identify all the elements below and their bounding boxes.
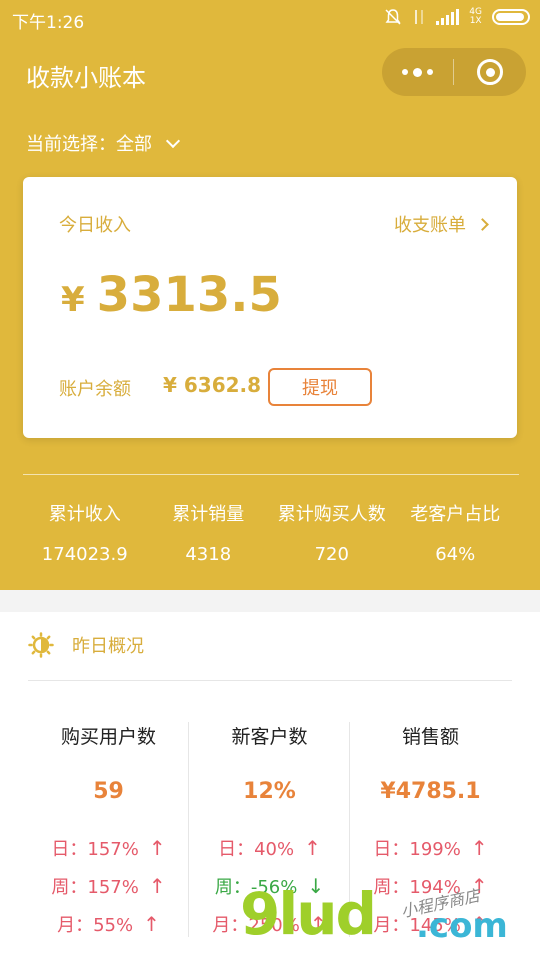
more-dots-icon[interactable] <box>382 48 453 96</box>
stat-item: 老客户占比 64% <box>394 500 518 565</box>
close-target-icon[interactable] <box>454 48 526 96</box>
miniapp-capsule <box>382 48 526 96</box>
balance-value: ¥ 6362.8 <box>163 373 262 397</box>
section-gap <box>0 590 540 612</box>
metric-column-buyers: 购买用户数 59 日：157% ↑ 周：157% ↑ 月：55% ↑ <box>28 722 189 944</box>
status-bar: 下午1:26 4G 1X <box>0 0 540 36</box>
arrow-up-icon: ↑ <box>143 912 160 936</box>
today-income-label: 今日收入 <box>59 215 131 236</box>
page-title: 收款小账本 <box>26 64 146 92</box>
watermark-logo: 9lud 小程序商店 .com <box>240 880 530 960</box>
arrow-up-icon: ↑ <box>470 836 488 860</box>
status-icons: 4G 1X <box>384 8 530 26</box>
metric-value: ¥4785.1 <box>380 779 481 804</box>
signal-icon <box>436 9 460 25</box>
balance-label: 账户余额 <box>59 379 131 400</box>
metric-value: 59 <box>93 779 124 804</box>
watermark-suffix: .com <box>416 906 508 946</box>
stat-label: 老客户占比 <box>410 504 501 525</box>
metric-value: 12% <box>243 779 296 804</box>
stat-item: 累计购买人数 720 <box>270 500 394 565</box>
stat-value: 64% <box>435 544 476 565</box>
today-income-amount: ¥ 3313.5 <box>61 267 282 323</box>
network-type: 4G 1X <box>469 7 482 26</box>
bell-muted-icon <box>385 9 401 25</box>
data-transfer-icon <box>415 10 424 24</box>
metric-change-row: 月：55% ↑ <box>28 906 189 944</box>
currency-symbol: ¥ <box>61 280 85 320</box>
section-title: 昨日概况 <box>72 636 144 657</box>
bill-link[interactable]: 收支账单 <box>394 211 489 237</box>
stat-value: 720 <box>314 544 349 565</box>
battery-icon <box>492 9 530 25</box>
header-panel: 下午1:26 4G 1X 收款小账本 当前选择：全部 今日收入 收支账单 ¥ 3… <box>0 0 540 590</box>
section-divider <box>28 680 512 681</box>
metric-change-row: 日：199% ↑ <box>350 830 511 868</box>
stats-divider <box>23 474 519 475</box>
watermark-main: 9lud <box>240 880 377 948</box>
status-time: 下午1:26 <box>12 13 85 33</box>
arrow-up-icon: ↑ <box>148 836 166 860</box>
stat-item: 累计收入 174023.9 <box>23 500 147 565</box>
yesterday-header: 昨日概况 <box>28 632 144 658</box>
metric-header: 新客户数 <box>231 726 308 748</box>
chevron-right-icon <box>476 217 489 231</box>
cumulative-stats: 累计收入 174023.9 累计销量 4318 累计购买人数 720 老客户占比… <box>23 500 517 565</box>
income-card: 今日收入 收支账单 ¥ 3313.5 账户余额 ¥ 6362.8 提现 <box>23 177 517 438</box>
stat-label: 累计销量 <box>172 504 245 525</box>
metric-change-row: 日：157% ↑ <box>28 830 189 868</box>
chevron-down-icon <box>165 133 181 148</box>
scope-selector-label: 当前选择：全部 <box>26 134 152 155</box>
metric-change-row: 周：157% ↑ <box>28 868 189 906</box>
metric-change-row: 日：40% ↑ <box>189 830 350 868</box>
stat-label: 累计购买人数 <box>277 504 386 525</box>
metric-header: 销售额 <box>401 726 459 748</box>
metric-header: 购买用户数 <box>60 726 156 748</box>
screen: 下午1:26 4G 1X 收款小账本 当前选择：全部 今日收入 收支账单 ¥ 3… <box>0 0 540 960</box>
arrow-up-icon: ↑ <box>304 836 321 860</box>
scope-selector[interactable]: 当前选择：全部 <box>26 130 181 156</box>
stat-value: 174023.9 <box>41 544 128 565</box>
sun-icon <box>28 632 54 658</box>
bill-link-label: 收支账单 <box>394 215 466 236</box>
stat-value: 4318 <box>185 544 232 565</box>
stat-item: 累计销量 4318 <box>147 500 271 565</box>
stat-label: 累计收入 <box>48 504 121 525</box>
today-income-value: 3313.5 <box>96 267 282 323</box>
arrow-up-icon: ↑ <box>148 874 166 898</box>
withdraw-button[interactable]: 提现 <box>268 368 372 406</box>
